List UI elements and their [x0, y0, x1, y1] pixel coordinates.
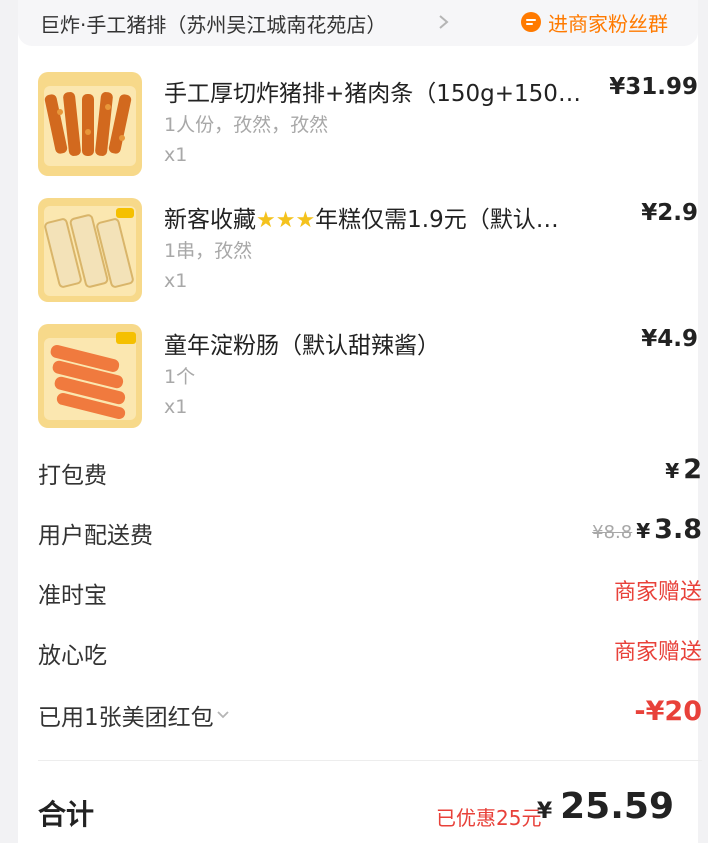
divider [38, 760, 702, 761]
fried-pork-image [38, 72, 142, 176]
currency-symbol: ¥ [536, 799, 553, 824]
packing-fee-row: 打包费 ¥ 2 [38, 452, 702, 492]
currency-symbol: ¥ [636, 519, 651, 543]
delivery-fee-label: 用户配送费 [38, 523, 153, 549]
starch-sausage-image [38, 324, 142, 428]
ontime-guarantee-label: 准时宝 [38, 583, 107, 609]
chevron-right-icon[interactable] [436, 10, 452, 34]
delivery-fee-amount: 3.8 [654, 514, 702, 545]
item-quantity: x1 [164, 396, 188, 418]
total-label: 合计 [38, 798, 95, 831]
item-quantity: x1 [164, 270, 188, 292]
order-card: 巨炸·手工猪排（苏州吴江城南花苑店） 进商家粉丝群 手工厚切炸猪排+猪肉条（15… [18, 0, 702, 843]
item-quantity: x1 [164, 144, 188, 166]
item-price: ¥31.99 [609, 74, 698, 100]
packing-fee-amount: 2 [683, 454, 702, 485]
packing-fee-value: ¥ 2 [665, 454, 702, 485]
safe-eating-row: 放心吃 商家赠送 [38, 632, 702, 672]
rice-cake-image [38, 198, 142, 302]
item-name-prefix: 新客收藏 [164, 207, 256, 233]
currency-symbol: ¥ [665, 459, 680, 483]
item-name-suffix: 年糕仅需1.9元（默认… [315, 207, 559, 233]
total-discount: 已优惠25元 [436, 806, 542, 830]
star-emoji-icons: ★★★ [256, 208, 316, 233]
item-spec: 1串，孜然 [164, 240, 253, 262]
item-name: 新客收藏★★★年糕仅需1.9元（默认… [164, 200, 614, 234]
order-item[interactable]: 童年淀粉肠（默认甜辣酱） ¥4.9 1个 x1 [38, 324, 698, 432]
item-name: 童年淀粉肠（默认甜辣酱） [164, 333, 440, 359]
ontime-guarantee-value: 商家赠送 [613, 580, 702, 605]
red-packet-value: -¥20 [634, 696, 702, 727]
safe-eating-value: 商家赠送 [613, 640, 702, 665]
delivery-fee-row: 用户配送费 ¥8.8 ¥ 3.8 [38, 512, 702, 552]
item-thumbnail-pork-cutlet[interactable] [38, 72, 142, 176]
item-thumbnail-starch-sausage[interactable] [38, 324, 142, 428]
red-packet-label[interactable]: 已用1张美团红包 [38, 698, 230, 732]
item-spec: 1个 [164, 366, 196, 388]
red-packet-row[interactable]: 已用1张美团红包 -¥20 [38, 694, 702, 734]
chat-bubble-icon [521, 12, 541, 32]
order-item[interactable]: 手工厚切炸猪排+猪肉条（150g+150… ¥31.99 1人份，孜然，孜然 x… [38, 72, 698, 180]
item-price: ¥2.9 [641, 200, 698, 226]
safe-eating-label: 放心吃 [38, 643, 107, 669]
item-name: 手工厚切炸猪排+猪肉条（150g+150… [164, 81, 581, 107]
fan-group-label: 进商家粉丝群 [548, 11, 668, 36]
item-price: ¥4.9 [641, 326, 698, 352]
packing-fee-label: 打包费 [38, 463, 107, 489]
delivery-fee-value: ¥8.8 ¥ 3.8 [592, 514, 702, 545]
chevron-down-icon[interactable] [216, 708, 230, 722]
shop-header[interactable]: 巨炸·手工猪排（苏州吴江城南花苑店） 进商家粉丝群 [18, 0, 698, 46]
delivery-fee-original: ¥8.8 [592, 522, 633, 543]
item-spec: 1人份，孜然，孜然 [164, 114, 329, 136]
fan-group-button[interactable]: 进商家粉丝群 [520, 8, 668, 36]
red-packet-label-text: 已用1张美团红包 [38, 705, 214, 731]
total-value: ¥ 25.59 [537, 786, 674, 827]
ontime-guarantee-row: 准时宝 商家赠送 [38, 572, 702, 612]
order-item[interactable]: 新客收藏★★★年糕仅需1.9元（默认… ¥2.9 1串，孜然 x1 [38, 198, 698, 306]
total-amount: 25.59 [560, 786, 674, 827]
shop-name[interactable]: 巨炸·手工猪排（苏州吴江城南花苑店） [40, 9, 386, 38]
item-thumbnail-rice-cake[interactable] [38, 198, 142, 302]
